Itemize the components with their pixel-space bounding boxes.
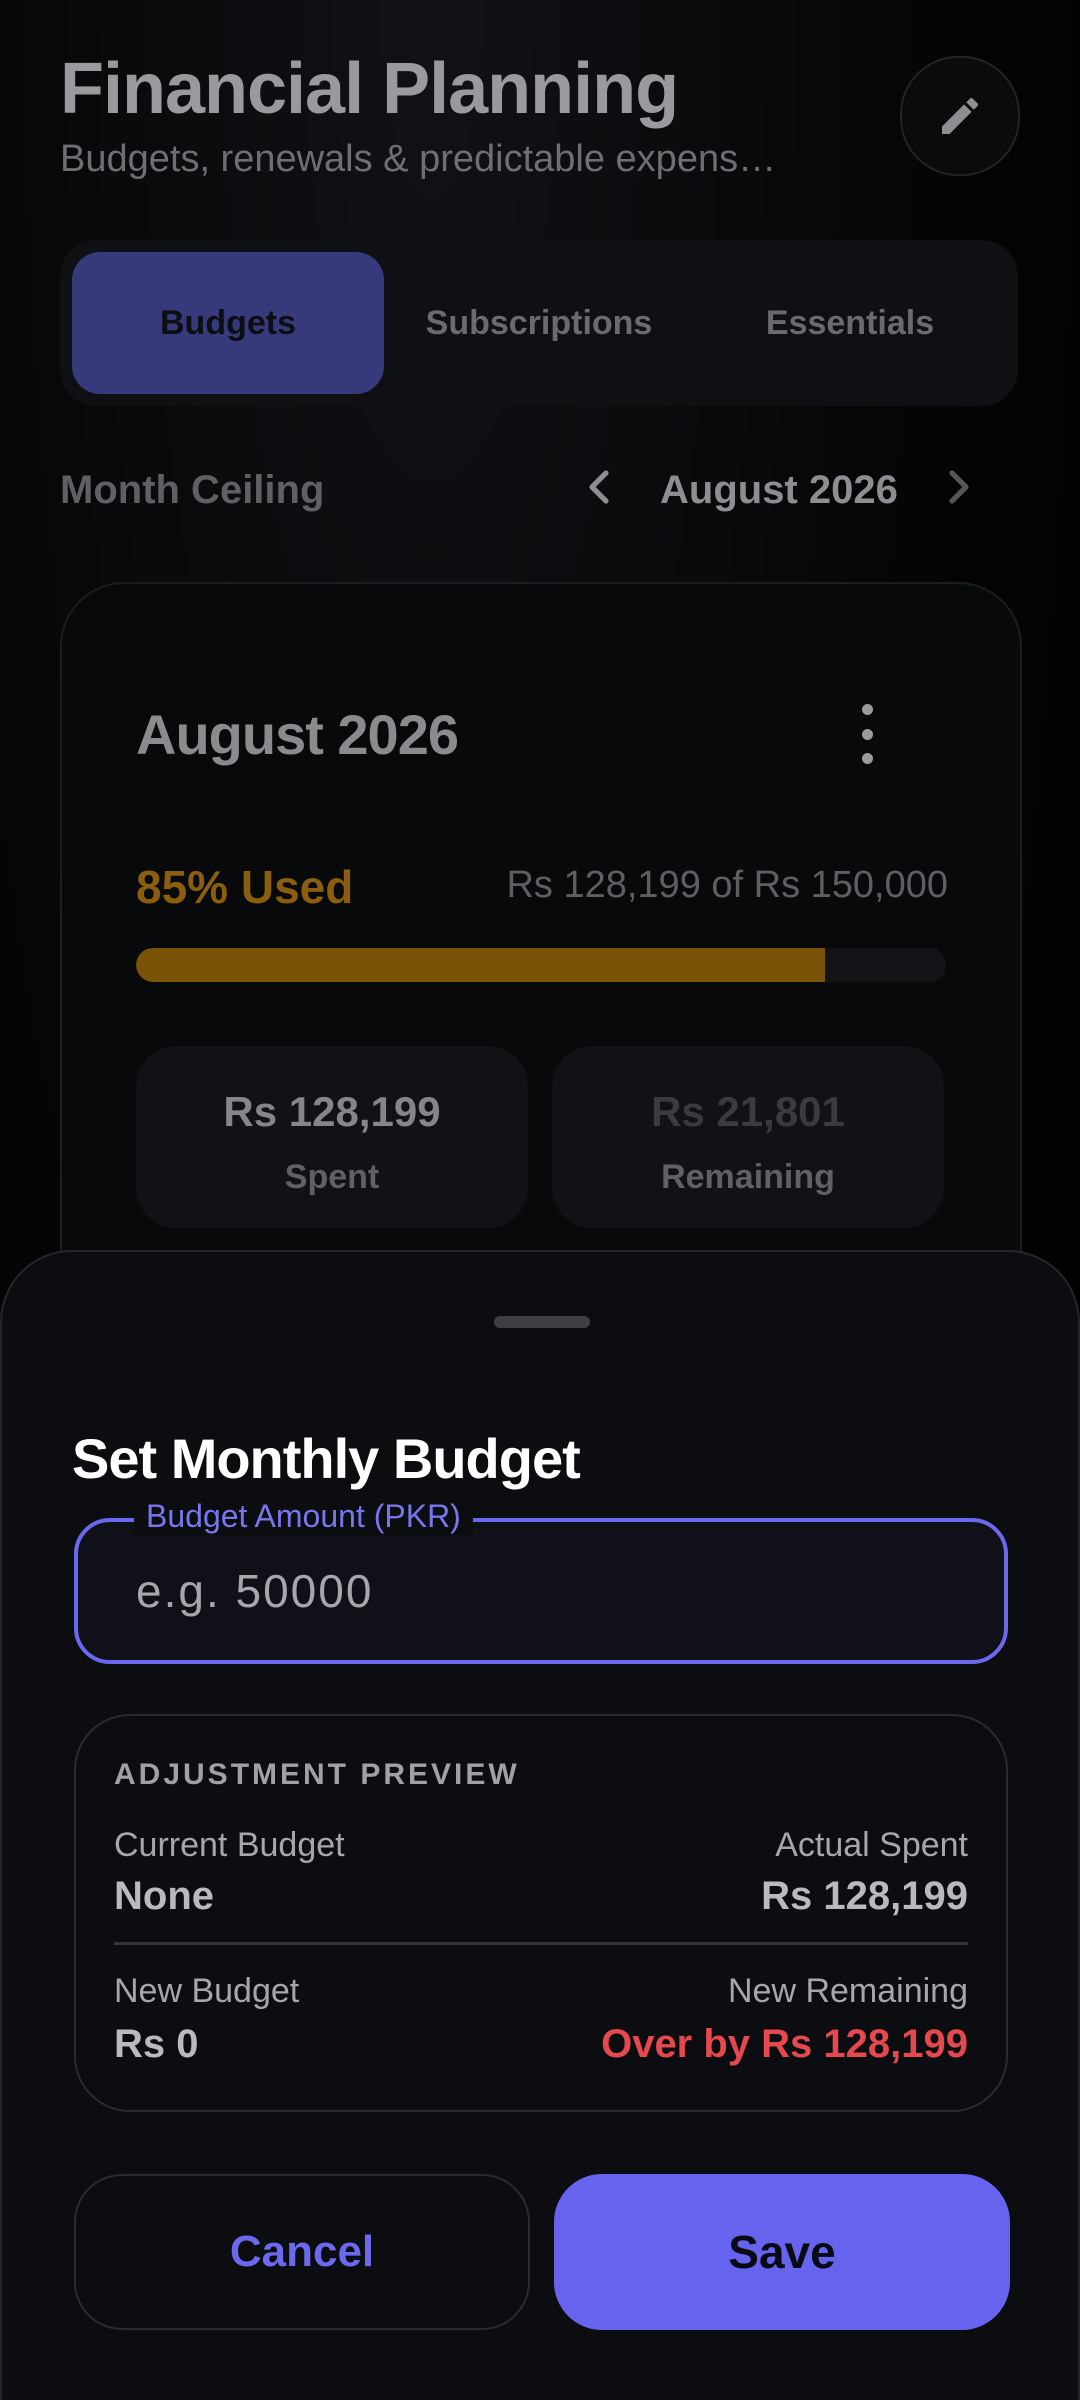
screen-background: Financial Planning Budgets, renewals & p… xyxy=(0,0,1080,2400)
cancel-button[interactable]: Cancel xyxy=(74,2174,530,2330)
budget-progress-bar xyxy=(136,948,946,982)
chevron-left-icon xyxy=(589,470,609,504)
remaining-label: Remaining xyxy=(661,1158,835,1196)
chevron-right-icon xyxy=(949,470,969,504)
tab-budgets[interactable]: Budgets xyxy=(72,252,384,394)
page-title: Financial Planning xyxy=(60,49,679,129)
new-remaining-value: Over by Rs 128,199 xyxy=(601,2022,968,2066)
pencil-icon xyxy=(942,97,979,134)
more-vertical-icon[interactable] xyxy=(852,704,882,764)
spent-label: Spent xyxy=(284,1158,380,1196)
amount-summary: Rs 128,199 of Rs 150,000 xyxy=(506,864,948,906)
sheet-title: Set Monthly Budget xyxy=(72,1427,581,1490)
budget-progress-fill xyxy=(136,948,825,982)
section-tabs: Budgets Subscriptions Essentials xyxy=(60,240,1018,406)
budget-amount-input[interactable] xyxy=(134,1560,938,1622)
month-ceiling-label: Month Ceiling xyxy=(60,468,325,512)
sheet-drag-handle[interactable] xyxy=(494,1316,590,1328)
current-month: August 2026 xyxy=(660,468,898,512)
budget-amount-label: Budget Amount (PKR) xyxy=(134,1498,473,1535)
next-month-button[interactable] xyxy=(940,462,980,512)
budget-amount-field: Budget Amount (PKR) xyxy=(74,1498,1008,1664)
spent-stat: Rs 128,199 Spent xyxy=(136,1046,528,1228)
previous-month-button[interactable] xyxy=(578,462,618,512)
current-budget-label: Current Budget xyxy=(114,1826,345,1864)
actual-spent-value: Rs 128,199 xyxy=(761,1874,968,1918)
actual-spent-label: Actual Spent xyxy=(775,1826,968,1864)
preview-divider xyxy=(114,1942,968,1945)
preview-heading: ADJUSTMENT PREVIEW xyxy=(114,1758,520,1791)
bottom-sheet: Set Monthly Budget Budget Amount (PKR) A… xyxy=(0,1250,1080,2400)
current-budget-value: None xyxy=(114,1874,214,1918)
budget-card: August 2026 85% Used Rs 128,199 of Rs 15… xyxy=(60,582,1022,1346)
remaining-value: Rs 21,801 xyxy=(651,1088,845,1135)
tab-essentials[interactable]: Essentials xyxy=(694,252,1006,394)
new-budget-value: Rs 0 xyxy=(114,2022,199,2066)
budget-card-title: August 2026 xyxy=(136,703,459,766)
adjustment-preview: ADJUSTMENT PREVIEW Current Budget None A… xyxy=(74,1714,1008,2112)
new-remaining-label: New Remaining xyxy=(728,1972,968,2010)
edit-button[interactable] xyxy=(900,56,1020,176)
new-budget-label: New Budget xyxy=(114,1972,300,2010)
remaining-stat: Rs 21,801 Remaining xyxy=(552,1046,944,1228)
tab-subscriptions[interactable]: Subscriptions xyxy=(383,252,695,394)
page-subtitle: Budgets, renewals & predictable expens… xyxy=(60,138,777,180)
spent-value: Rs 128,199 xyxy=(223,1088,441,1135)
used-percentage: 85% Used xyxy=(136,861,354,913)
save-button[interactable]: Save xyxy=(554,2174,1010,2330)
